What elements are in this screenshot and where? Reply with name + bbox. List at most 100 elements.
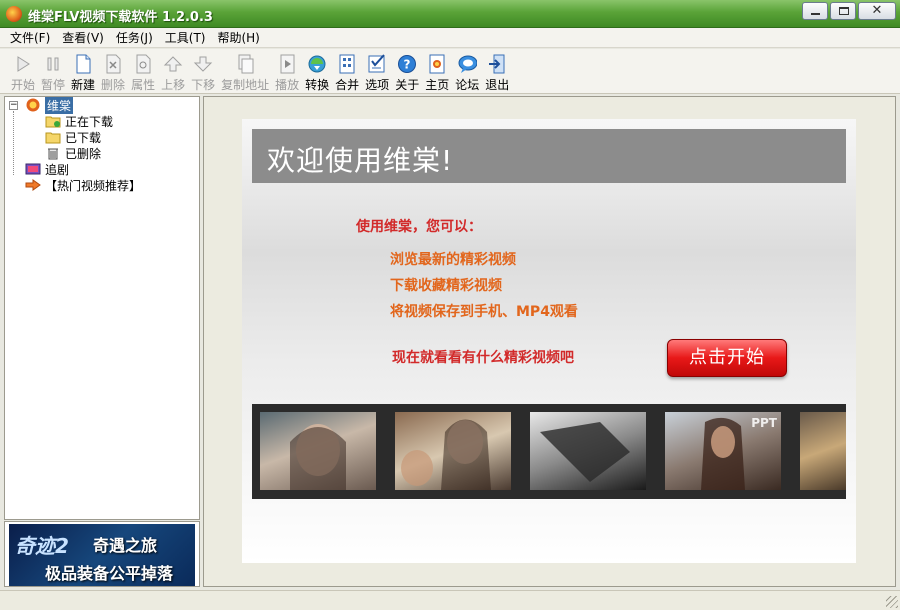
pause-icon <box>43 53 63 75</box>
video-thumbnail[interactable] <box>395 412 511 490</box>
title-bar[interactable]: 维棠FLV视频下载软件 1.2.0.3 ✕ <box>0 0 900 28</box>
cta-text: 现在就看看有什么精彩视频吧 <box>392 350 574 366</box>
feature-item: 浏览最新的精彩视频 <box>390 252 516 268</box>
tree-connector <box>13 111 14 175</box>
tree-label-hot-videos: 【热门视频推荐】 <box>45 178 142 193</box>
app-logo-icon <box>25 98 41 112</box>
options-icon <box>367 53 387 75</box>
ad-banner[interactable]: 奇迹2 奇遇之旅 极品装备公平掉落 <box>9 524 195 586</box>
minimize-icon <box>811 13 820 15</box>
homepage-tool-button[interactable]: 主页 <box>422 49 452 93</box>
homepage-icon <box>427 53 447 75</box>
ad-panel: 奇迹2 奇遇之旅 极品装备公平掉落 <box>4 521 200 587</box>
tree-item-downloading[interactable]: 正在下载 <box>45 113 113 129</box>
help-icon: ? <box>397 53 417 75</box>
category-tree: − 维棠 正在下载 已下载 已删除 追剧 【热门视频推荐】 <box>4 96 200 520</box>
maximize-button[interactable] <box>830 2 856 20</box>
about-tool-button[interactable]: ? 关于 <box>392 49 422 93</box>
tree-label-downloading: 正在下载 <box>65 114 114 129</box>
app-logo-icon <box>6 6 22 22</box>
video-thumbnail[interactable]: PPT <box>665 412 781 490</box>
video-thumbnail[interactable] <box>800 412 846 490</box>
tv-icon <box>25 162 41 176</box>
tool-label: 新建 <box>71 78 96 92</box>
minimize-button[interactable] <box>802 2 828 20</box>
status-bar <box>0 590 900 610</box>
tool-label: 退出 <box>485 78 510 92</box>
merge-tool-button[interactable]: 合并 <box>332 49 362 93</box>
tool-label: 合并 <box>335 78 360 92</box>
arrow-right-icon <box>25 178 41 192</box>
tree-label-root: 维棠 <box>45 96 74 114</box>
properties-tool-button[interactable]: 属性 <box>128 49 158 93</box>
forum-icon <box>457 53 478 75</box>
play-arrow-icon <box>13 53 33 75</box>
window-title: 维棠FLV视频下载软件 1.2.0.3 <box>28 10 213 25</box>
new-file-icon <box>73 53 93 75</box>
thumbnail-figure-icon <box>290 424 346 490</box>
toolbar: 开始 暂停 新建 删除 属性 上移 下移 复制地址 播放 转换 合并 选项 ? … <box>0 49 900 94</box>
svg-text:?: ? <box>404 58 411 72</box>
welcome-banner: 欢迎使用维棠! <box>252 129 846 183</box>
ad-logo: 奇迹2 <box>15 534 69 558</box>
merge-icon <box>337 53 357 75</box>
thumbnail-figure-icon <box>401 419 491 490</box>
new-tool-button[interactable]: 新建 <box>68 49 98 93</box>
tree-collapse-toggle[interactable]: − <box>9 101 18 110</box>
tool-label: 论坛 <box>455 78 480 92</box>
menu-help[interactable]: 帮助(H) <box>211 29 265 46</box>
tool-label: 选项 <box>365 78 390 92</box>
thumbnail-watermark: PPT <box>751 416 777 430</box>
exit-tool-button[interactable]: 退出 <box>482 49 512 93</box>
menu-file[interactable]: 文件(F) <box>4 29 56 46</box>
video-thumbnail-strip: PPT <box>252 404 846 499</box>
content-pane: 欢迎使用维棠! 使用维棠，您可以： 浏览最新的精彩视频 下载收藏精彩视频 将视频… <box>203 96 896 587</box>
menu-tools[interactable]: 工具(T) <box>159 29 212 46</box>
tree-item-tracking[interactable]: 追剧 <box>25 161 69 177</box>
tool-label: 属性 <box>131 78 156 92</box>
video-thumbnail[interactable] <box>260 412 376 490</box>
video-thumbnail[interactable] <box>530 412 646 490</box>
tool-label: 关于 <box>395 78 420 92</box>
move-up-tool-button[interactable]: 上移 <box>158 49 188 93</box>
play-tool-button[interactable]: 播放 <box>272 49 302 93</box>
menu-view[interactable]: 查看(V) <box>56 29 110 46</box>
tool-label: 转换 <box>305 78 330 92</box>
welcome-intro: 使用维棠，您可以： <box>356 219 482 235</box>
convert-icon <box>307 53 327 75</box>
start-tool-button[interactable]: 开始 <box>8 49 38 93</box>
tool-label: 暂停 <box>41 78 66 92</box>
forum-tool-button[interactable]: 论坛 <box>452 49 482 93</box>
copy-url-tool-button[interactable]: 复制地址 <box>218 49 272 93</box>
convert-tool-button[interactable]: 转换 <box>302 49 332 93</box>
feature-item: 将视频保存到手机、MP4观看 <box>390 304 578 320</box>
tree-item-hot-videos[interactable]: 【热门视频推荐】 <box>25 177 141 193</box>
feature-item: 下载收藏精彩视频 <box>390 278 502 294</box>
tool-label: 下移 <box>191 78 216 92</box>
tree-item-deleted[interactable]: 已删除 <box>45 145 101 161</box>
folder-downloading-icon <box>45 114 61 128</box>
pause-tool-button[interactable]: 暂停 <box>38 49 68 93</box>
delete-tool-button[interactable]: 删除 <box>98 49 128 93</box>
tool-label: 播放 <box>275 78 300 92</box>
exit-icon <box>487 53 507 75</box>
options-tool-button[interactable]: 选项 <box>362 49 392 93</box>
welcome-page: 欢迎使用维棠! 使用维棠，您可以： 浏览最新的精彩视频 下载收藏精彩视频 将视频… <box>242 119 856 563</box>
folder-icon <box>45 130 61 144</box>
menu-task[interactable]: 任务(J) <box>110 29 159 46</box>
play-media-icon <box>277 53 297 75</box>
window-controls: ✕ <box>800 2 896 20</box>
close-icon: ✕ <box>871 3 883 18</box>
close-button[interactable]: ✕ <box>858 2 896 20</box>
move-up-icon <box>163 53 183 75</box>
tree-label-deleted: 已删除 <box>65 146 102 161</box>
tree-item-downloaded[interactable]: 已下载 <box>45 129 101 145</box>
ad-line-1: 奇遇之旅 <box>93 536 158 555</box>
move-down-tool-button[interactable]: 下移 <box>188 49 218 93</box>
tree-label-downloaded: 已下载 <box>65 130 102 145</box>
resize-grip-icon[interactable] <box>886 596 898 608</box>
tree-label-tracking: 追剧 <box>45 162 70 177</box>
tree-item-root[interactable]: 维棠 <box>25 96 74 114</box>
start-button[interactable]: 点击开始 <box>667 339 787 377</box>
ad-line-2: 极品装备公平掉落 <box>45 564 174 583</box>
